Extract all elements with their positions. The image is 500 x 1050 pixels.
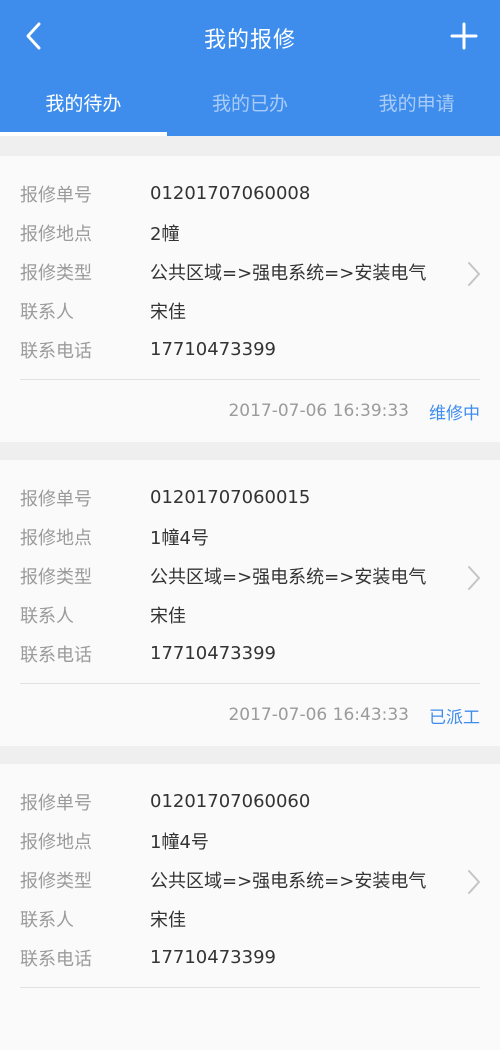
contact-value: 宋佳	[150, 605, 186, 627]
location-value: 2幢	[150, 223, 180, 245]
phone-value: 17710473399	[150, 643, 276, 664]
repair-card[interactable]: 报修单号 01201707060008 报修地点 2幢 报修类型 公共区域=>强…	[0, 156, 500, 442]
type-value: 公共区域=>强电系统=>安装电气	[150, 262, 427, 284]
location-label: 报修地点	[20, 527, 92, 549]
order-no-value: 01201707060008	[150, 183, 311, 204]
add-button[interactable]	[446, 18, 482, 54]
phone-value: 17710473399	[150, 947, 276, 968]
type-label: 报修类型	[20, 870, 92, 892]
contact-label: 联系人	[20, 605, 74, 627]
type-label: 报修类型	[20, 566, 92, 588]
repair-card[interactable]: 报修单号 01201707060015 报修地点 1幢4号 报修类型 公共区域=…	[0, 460, 500, 746]
type-label: 报修类型	[20, 262, 92, 284]
phone-label: 联系电话	[20, 948, 92, 970]
app-header: 我的报修 我的待办 我的已办 我的申请	[0, 0, 500, 136]
status-badge: 已派工	[429, 707, 480, 728]
page-title: 我的报修	[203, 28, 296, 53]
status-badge: 维修中	[429, 403, 480, 424]
contact-label: 联系人	[20, 301, 74, 323]
tab-my-todo[interactable]: 我的待办	[0, 78, 167, 136]
timestamp: 2017-07-06 16:43:33	[228, 705, 409, 725]
phone-value: 17710473399	[150, 339, 276, 360]
tab-bar: 我的待办 我的已办 我的申请	[0, 78, 500, 136]
tab-my-done[interactable]: 我的已办	[167, 78, 334, 136]
chevron-right-icon	[468, 870, 480, 894]
contact-value: 宋佳	[150, 301, 186, 323]
tab-my-applications[interactable]: 我的申请	[333, 78, 500, 136]
type-value: 公共区域=>强电系统=>安装电气	[150, 566, 427, 588]
plus-icon	[450, 22, 478, 50]
location-label: 报修地点	[20, 831, 92, 853]
type-value: 公共区域=>强电系统=>安装电气	[150, 870, 427, 892]
repair-list: 报修单号 01201707060008 报修地点 2幢 报修类型 公共区域=>强…	[0, 136, 500, 1050]
location-label: 报修地点	[20, 223, 92, 245]
order-no-label: 报修单号	[20, 488, 92, 510]
order-no-label: 报修单号	[20, 792, 92, 814]
order-no-value: 01201707060015	[150, 487, 311, 508]
order-no-value: 01201707060060	[150, 791, 311, 812]
phone-label: 联系电话	[20, 340, 92, 362]
timestamp: 2017-07-06 16:39:33	[228, 401, 409, 421]
chevron-right-icon	[468, 262, 480, 286]
repair-card[interactable]: 报修单号 01201707060060 报修地点 1幢4号 报修类型 公共区域=…	[0, 764, 500, 1050]
contact-label: 联系人	[20, 909, 74, 931]
order-no-label: 报修单号	[20, 184, 92, 206]
location-value: 1幢4号	[150, 831, 209, 853]
chevron-right-icon	[468, 566, 480, 590]
phone-label: 联系电话	[20, 644, 92, 666]
location-value: 1幢4号	[150, 527, 209, 549]
contact-value: 宋佳	[150, 909, 186, 931]
